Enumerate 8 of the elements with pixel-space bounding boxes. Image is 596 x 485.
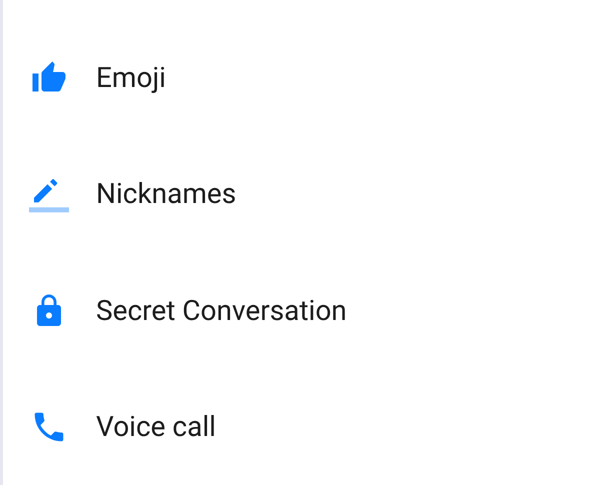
menu-item-label: Nicknames	[96, 176, 236, 212]
menu-item-label: Emoji	[96, 60, 166, 96]
menu-item[interactable]: Voice call	[3, 368, 596, 485]
menu-item-label: Voice call	[96, 408, 216, 445]
menu-item[interactable]: Nicknames	[3, 136, 596, 252]
menu-item[interactable]: Emoji	[3, 20, 596, 136]
menu-item-label: Secret Conversation	[96, 292, 347, 329]
menu-item[interactable]: Secret Conversation	[3, 252, 596, 369]
